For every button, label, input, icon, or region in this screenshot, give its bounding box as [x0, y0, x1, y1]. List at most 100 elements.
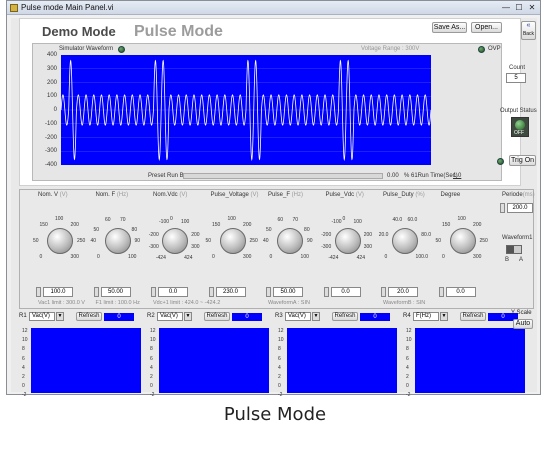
graph-y-tick: 8 — [150, 346, 153, 353]
knob-tick-label: 40 — [263, 238, 269, 244]
graph-y-tick: 10 — [150, 337, 156, 344]
chart-y-tick: 400 — [46, 52, 57, 58]
knob-tick-label: 250 — [77, 238, 86, 244]
control-value-field[interactable]: 100.0 — [43, 287, 73, 297]
value-stepper[interactable] — [266, 287, 271, 297]
chart-plot-area[interactable] — [60, 55, 432, 165]
value-stepper[interactable] — [151, 287, 156, 297]
control-value-field[interactable]: 50.00 — [273, 287, 303, 297]
graph-signal-select[interactable]: Vac(V) — [29, 312, 55, 321]
graph-y-tick: -2 — [150, 392, 155, 399]
value-stepper[interactable] — [381, 287, 386, 297]
count-field[interactable]: 5 — [506, 73, 526, 83]
control-knob[interactable] — [334, 228, 361, 254]
value-stepper[interactable] — [438, 287, 444, 297]
control-name: Pulse_Vdc — [325, 192, 355, 198]
control-unit: (V) — [58, 192, 68, 198]
refresh-button[interactable]: Refresh — [76, 312, 102, 321]
periode-stepper[interactable] — [500, 203, 505, 213]
periode-field[interactable]: 200.0 — [507, 203, 533, 213]
control-knob[interactable] — [449, 228, 476, 254]
graph-y-tick: -2 — [278, 392, 283, 399]
save-as-button[interactable]: Save As... — [432, 22, 467, 33]
control-knob[interactable] — [277, 228, 303, 254]
close-icon[interactable]: ✕ — [526, 2, 538, 13]
run-time-value[interactable]: 1.0 — [453, 173, 461, 179]
knob-tick-label: 80 — [131, 227, 138, 233]
demo-mode-label: Demo Mode — [42, 24, 116, 39]
control-knob[interactable] — [162, 228, 188, 254]
knob-tick-label: 200 — [473, 222, 482, 229]
open-button[interactable]: Open... — [471, 22, 502, 33]
refresh-button[interactable]: Refresh — [332, 312, 358, 321]
trig-on-button[interactable]: Trig On — [509, 155, 536, 166]
knob-tick-label: -300 — [321, 243, 332, 250]
control-value-field[interactable]: 0.0 — [445, 287, 476, 297]
run-time-label: 61Run Time(Sec) — [411, 173, 458, 179]
control-value-field[interactable]: 230.0 — [215, 287, 246, 297]
value-stepper[interactable] — [323, 287, 329, 297]
value-stepper[interactable] — [208, 287, 214, 297]
graph-id-label: R1 — [19, 313, 27, 319]
refresh-button[interactable]: Refresh — [204, 312, 230, 321]
value-stepper[interactable] — [93, 287, 99, 297]
control-knob[interactable] — [47, 228, 73, 254]
graph-y-tick: 0 — [150, 383, 153, 390]
maximize-icon[interactable]: ☐ — [513, 2, 525, 13]
graph-plot-area[interactable] — [287, 328, 397, 393]
waveform-switch[interactable] — [506, 245, 522, 254]
value-stepper[interactable] — [36, 287, 41, 297]
chevron-down-icon[interactable]: ▼ — [184, 312, 192, 321]
control-value-field[interactable]: 0.0 — [158, 287, 188, 297]
control-unit: (V) — [177, 192, 188, 198]
graph-plot-area[interactable] — [159, 328, 269, 393]
periode-name: Periode — [502, 192, 523, 198]
graph-y-tick: 8 — [278, 346, 281, 353]
chevron-down-icon[interactable]: ▼ — [440, 312, 448, 321]
knob-tick-label: 150 — [441, 222, 451, 229]
waveform-option-b: B — [505, 257, 510, 263]
app-icon — [10, 4, 18, 12]
control-knob[interactable] — [392, 228, 418, 254]
knob-tick-label: 100 — [227, 216, 236, 222]
knob-tick-label: 40 — [90, 238, 97, 244]
knob-tick-label: 250 — [479, 238, 488, 244]
graph-plot-area[interactable] — [415, 328, 525, 393]
waveform-selector-label: Waveform1 — [502, 235, 533, 241]
knob-tick-label: -424 — [328, 254, 339, 261]
graph-y-tick: 6 — [278, 355, 281, 362]
page-title: Pulse Mode — [134, 23, 223, 40]
knob-tick-label: 80 — [304, 227, 310, 233]
y-scale-auto-button[interactable]: Auto — [513, 319, 533, 329]
control-value-field[interactable]: 20.0 — [388, 287, 418, 297]
chevron-down-icon[interactable]: ▼ — [56, 312, 64, 321]
graph-signal-select[interactable]: Vac(V) — [157, 312, 183, 321]
chevron-down-icon[interactable]: ▼ — [312, 312, 320, 321]
graph-y-tick: 0 — [22, 383, 25, 390]
caption: Pulse Mode — [223, 404, 327, 425]
control-value-field[interactable]: 0.0 — [330, 287, 361, 297]
control-value-field[interactable]: 50.00 — [100, 287, 131, 297]
knob-tick-label: 100 — [181, 218, 190, 225]
back-label: Back — [522, 31, 535, 37]
back-button[interactable]: « Back — [521, 21, 536, 40]
control-unit: (V) — [354, 192, 364, 198]
knob-tick-label: 100.0 — [415, 253, 429, 260]
graph-plot-area[interactable] — [31, 328, 141, 393]
knob-tick-label: -100 — [331, 218, 342, 225]
application-window: Pulse mode Main Panel.vi — ☐ ✕ Demo Mode… — [6, 0, 541, 399]
chart-svg — [60, 59, 432, 162]
control-knob[interactable] — [219, 228, 246, 254]
graph-signal-select[interactable]: Vac(V) — [285, 312, 311, 321]
knob-tick-label: 0 — [170, 216, 173, 222]
graph-signal-select[interactable]: F(Hz) — [413, 312, 439, 321]
refresh-button[interactable]: Refresh — [460, 312, 486, 321]
chart-y-tick: 100 — [46, 93, 57, 100]
chart-y-tick: 0 — [53, 107, 57, 113]
graph-y-tick: 2 — [406, 374, 409, 380]
graph-y-tick: 2 — [150, 374, 153, 380]
minimize-icon[interactable]: — — [500, 2, 512, 13]
control-knob[interactable] — [104, 228, 131, 254]
knob-tick-label: 70 — [292, 217, 299, 224]
refresh-value: 0 — [360, 313, 390, 321]
